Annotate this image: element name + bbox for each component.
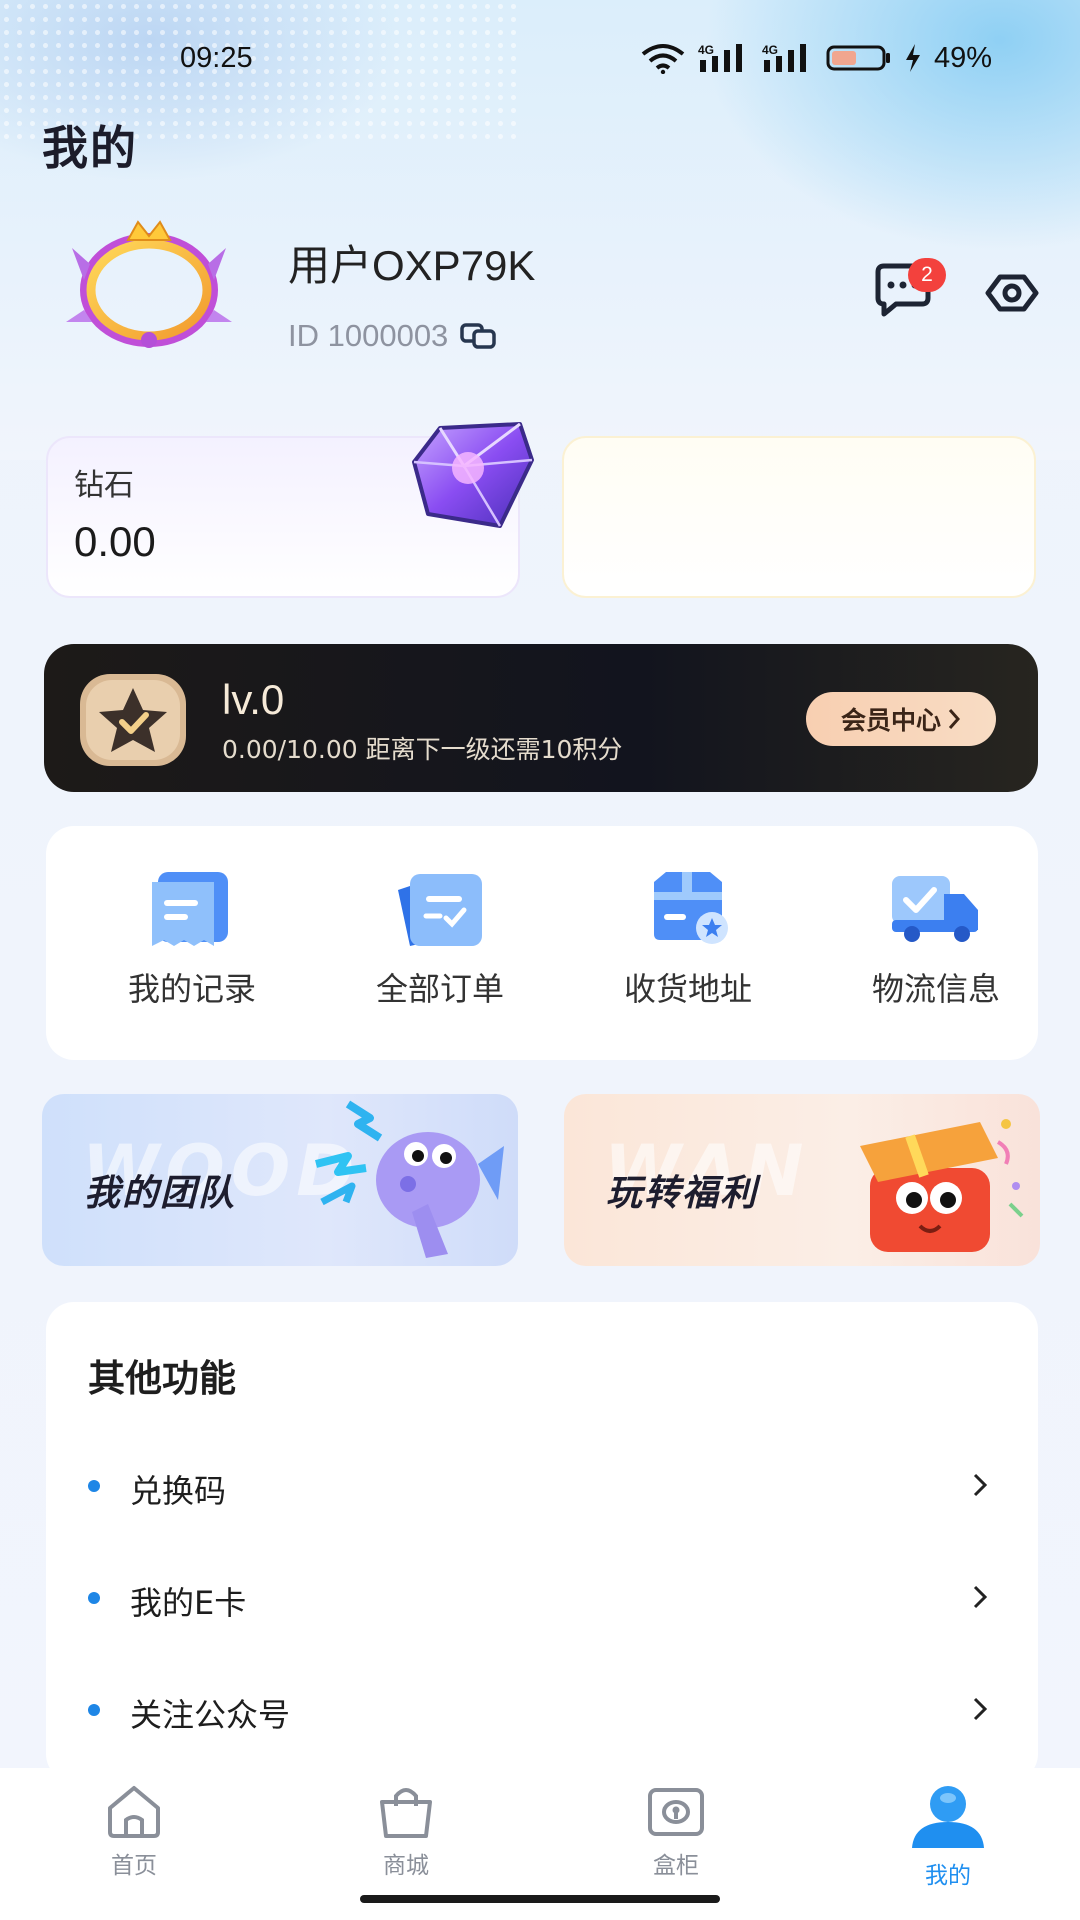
- message-badge: 2: [908, 258, 946, 292]
- quick-action-address[interactable]: 收货地址: [588, 868, 788, 1010]
- chevron-right-icon: [973, 1473, 988, 1497]
- welfare-banner[interactable]: WAN 玩转福利: [564, 1094, 1040, 1266]
- quick-action-label: 物流信息: [871, 970, 1000, 1008]
- copy-icon[interactable]: [460, 321, 498, 351]
- chevron-right-icon: [973, 1697, 988, 1721]
- box-cabinet-icon: [648, 1788, 704, 1836]
- diamond-label: 钻石: [74, 468, 134, 503]
- chevron-right-icon: [973, 1585, 988, 1609]
- tab-label: 盒柜: [653, 1853, 699, 1879]
- menu-item-label: 关注公众号: [130, 1696, 291, 1734]
- quick-action-records[interactable]: 我的记录: [92, 868, 292, 1010]
- level-star-icon: [80, 674, 186, 766]
- quick-action-logistics[interactable]: 物流信息: [836, 868, 1036, 1010]
- status-bar: 09:25 4G 4G 49%: [0, 34, 1080, 82]
- member-center-button[interactable]: 会员中心: [806, 692, 996, 746]
- network-label-2: 4G: [762, 43, 778, 57]
- user-name: 用户OXP79K: [288, 242, 536, 289]
- menu-item-redeem-code[interactable]: 兑换码: [46, 1436, 1038, 1536]
- team-mascot-illustration: [315, 1100, 504, 1258]
- diamond-value: 0.00: [74, 518, 156, 565]
- quick-action-label: 收货地址: [623, 970, 752, 1008]
- bullet-dot: [88, 1592, 100, 1604]
- gold-card[interactable]: [562, 436, 1036, 598]
- menu-item-label: 我的E卡: [130, 1584, 247, 1622]
- logistics-icon: [892, 876, 978, 942]
- my-team-banner[interactable]: WOOD 我的团队: [42, 1094, 518, 1266]
- vip-level: lv.0: [222, 676, 285, 723]
- address-icon: [654, 872, 728, 944]
- eye-icon[interactable]: [982, 268, 1042, 318]
- tab-box-cabinet[interactable]: 盒柜: [606, 1782, 746, 1880]
- profile-icon: [912, 1786, 984, 1848]
- signal-icon-2: 4G: [762, 43, 806, 72]
- avatar[interactable]: [62, 218, 236, 356]
- tab-mine[interactable]: 我的: [878, 1782, 1018, 1890]
- other-functions-title: 其他功能: [88, 1357, 236, 1400]
- quick-action-label: 我的记录: [127, 970, 256, 1008]
- member-center-label: 会员中心: [840, 706, 941, 735]
- quick-actions-card: 我的记录 全部订单 收货地址 物流信息: [46, 826, 1038, 1060]
- network-label-1: 4G: [698, 43, 714, 57]
- tab-home[interactable]: 首页: [64, 1782, 204, 1880]
- signal-icon: 4G: [698, 43, 742, 72]
- wifi-icon: [641, 44, 685, 74]
- home-indicator: [360, 1895, 720, 1903]
- tab-label: 我的: [925, 1863, 971, 1889]
- welfare-title: 玩转福利: [606, 1173, 759, 1214]
- quick-action-orders[interactable]: 全部订单: [340, 868, 540, 1010]
- user-id-row: ID 1000003: [288, 318, 498, 354]
- tab-label: 商城: [383, 1853, 429, 1879]
- menu-item-follow-official-account[interactable]: 关注公众号: [46, 1660, 1038, 1760]
- bullet-dot: [88, 1704, 100, 1716]
- menu-item-e-card[interactable]: 我的E卡: [46, 1548, 1038, 1648]
- quick-action-label: 全部订单: [375, 970, 504, 1008]
- gift-box-mascot-illustration: [860, 1119, 1024, 1252]
- tab-mall[interactable]: 商城: [336, 1782, 476, 1880]
- records-icon: [152, 872, 228, 946]
- user-id: ID 1000003: [288, 318, 449, 353]
- diamond-card[interactable]: 钻石 0.00: [46, 422, 534, 598]
- battery-percent: 49%: [933, 41, 992, 74]
- menu-item-label: 兑换码: [130, 1472, 227, 1510]
- charging-icon: [905, 44, 920, 72]
- vip-level-bar[interactable]: lv.0 0.00/10.00 距离下一级还需10积分 会员中心: [44, 644, 1038, 792]
- tab-label: 首页: [111, 1853, 157, 1879]
- my-team-title: 我的团队: [84, 1173, 237, 1214]
- page-title: 我的: [42, 121, 138, 175]
- chevron-right-icon: [948, 709, 961, 729]
- home-icon: [108, 1786, 160, 1838]
- shopping-bag-icon: [380, 1788, 432, 1838]
- diamond-gem-icon: [412, 422, 534, 528]
- other-functions-card: 其他功能 兑换码 我的E卡 关注公众号: [46, 1302, 1038, 1782]
- battery-icon: [826, 45, 890, 71]
- status-time: 09:25: [180, 41, 253, 74]
- vip-progress-text: 0.00/10.00 距离下一级还需10积分: [222, 735, 623, 764]
- orders-icon: [398, 874, 482, 946]
- status-icons: 4G 4G 49%: [640, 42, 992, 75]
- bullet-dot: [88, 1480, 100, 1492]
